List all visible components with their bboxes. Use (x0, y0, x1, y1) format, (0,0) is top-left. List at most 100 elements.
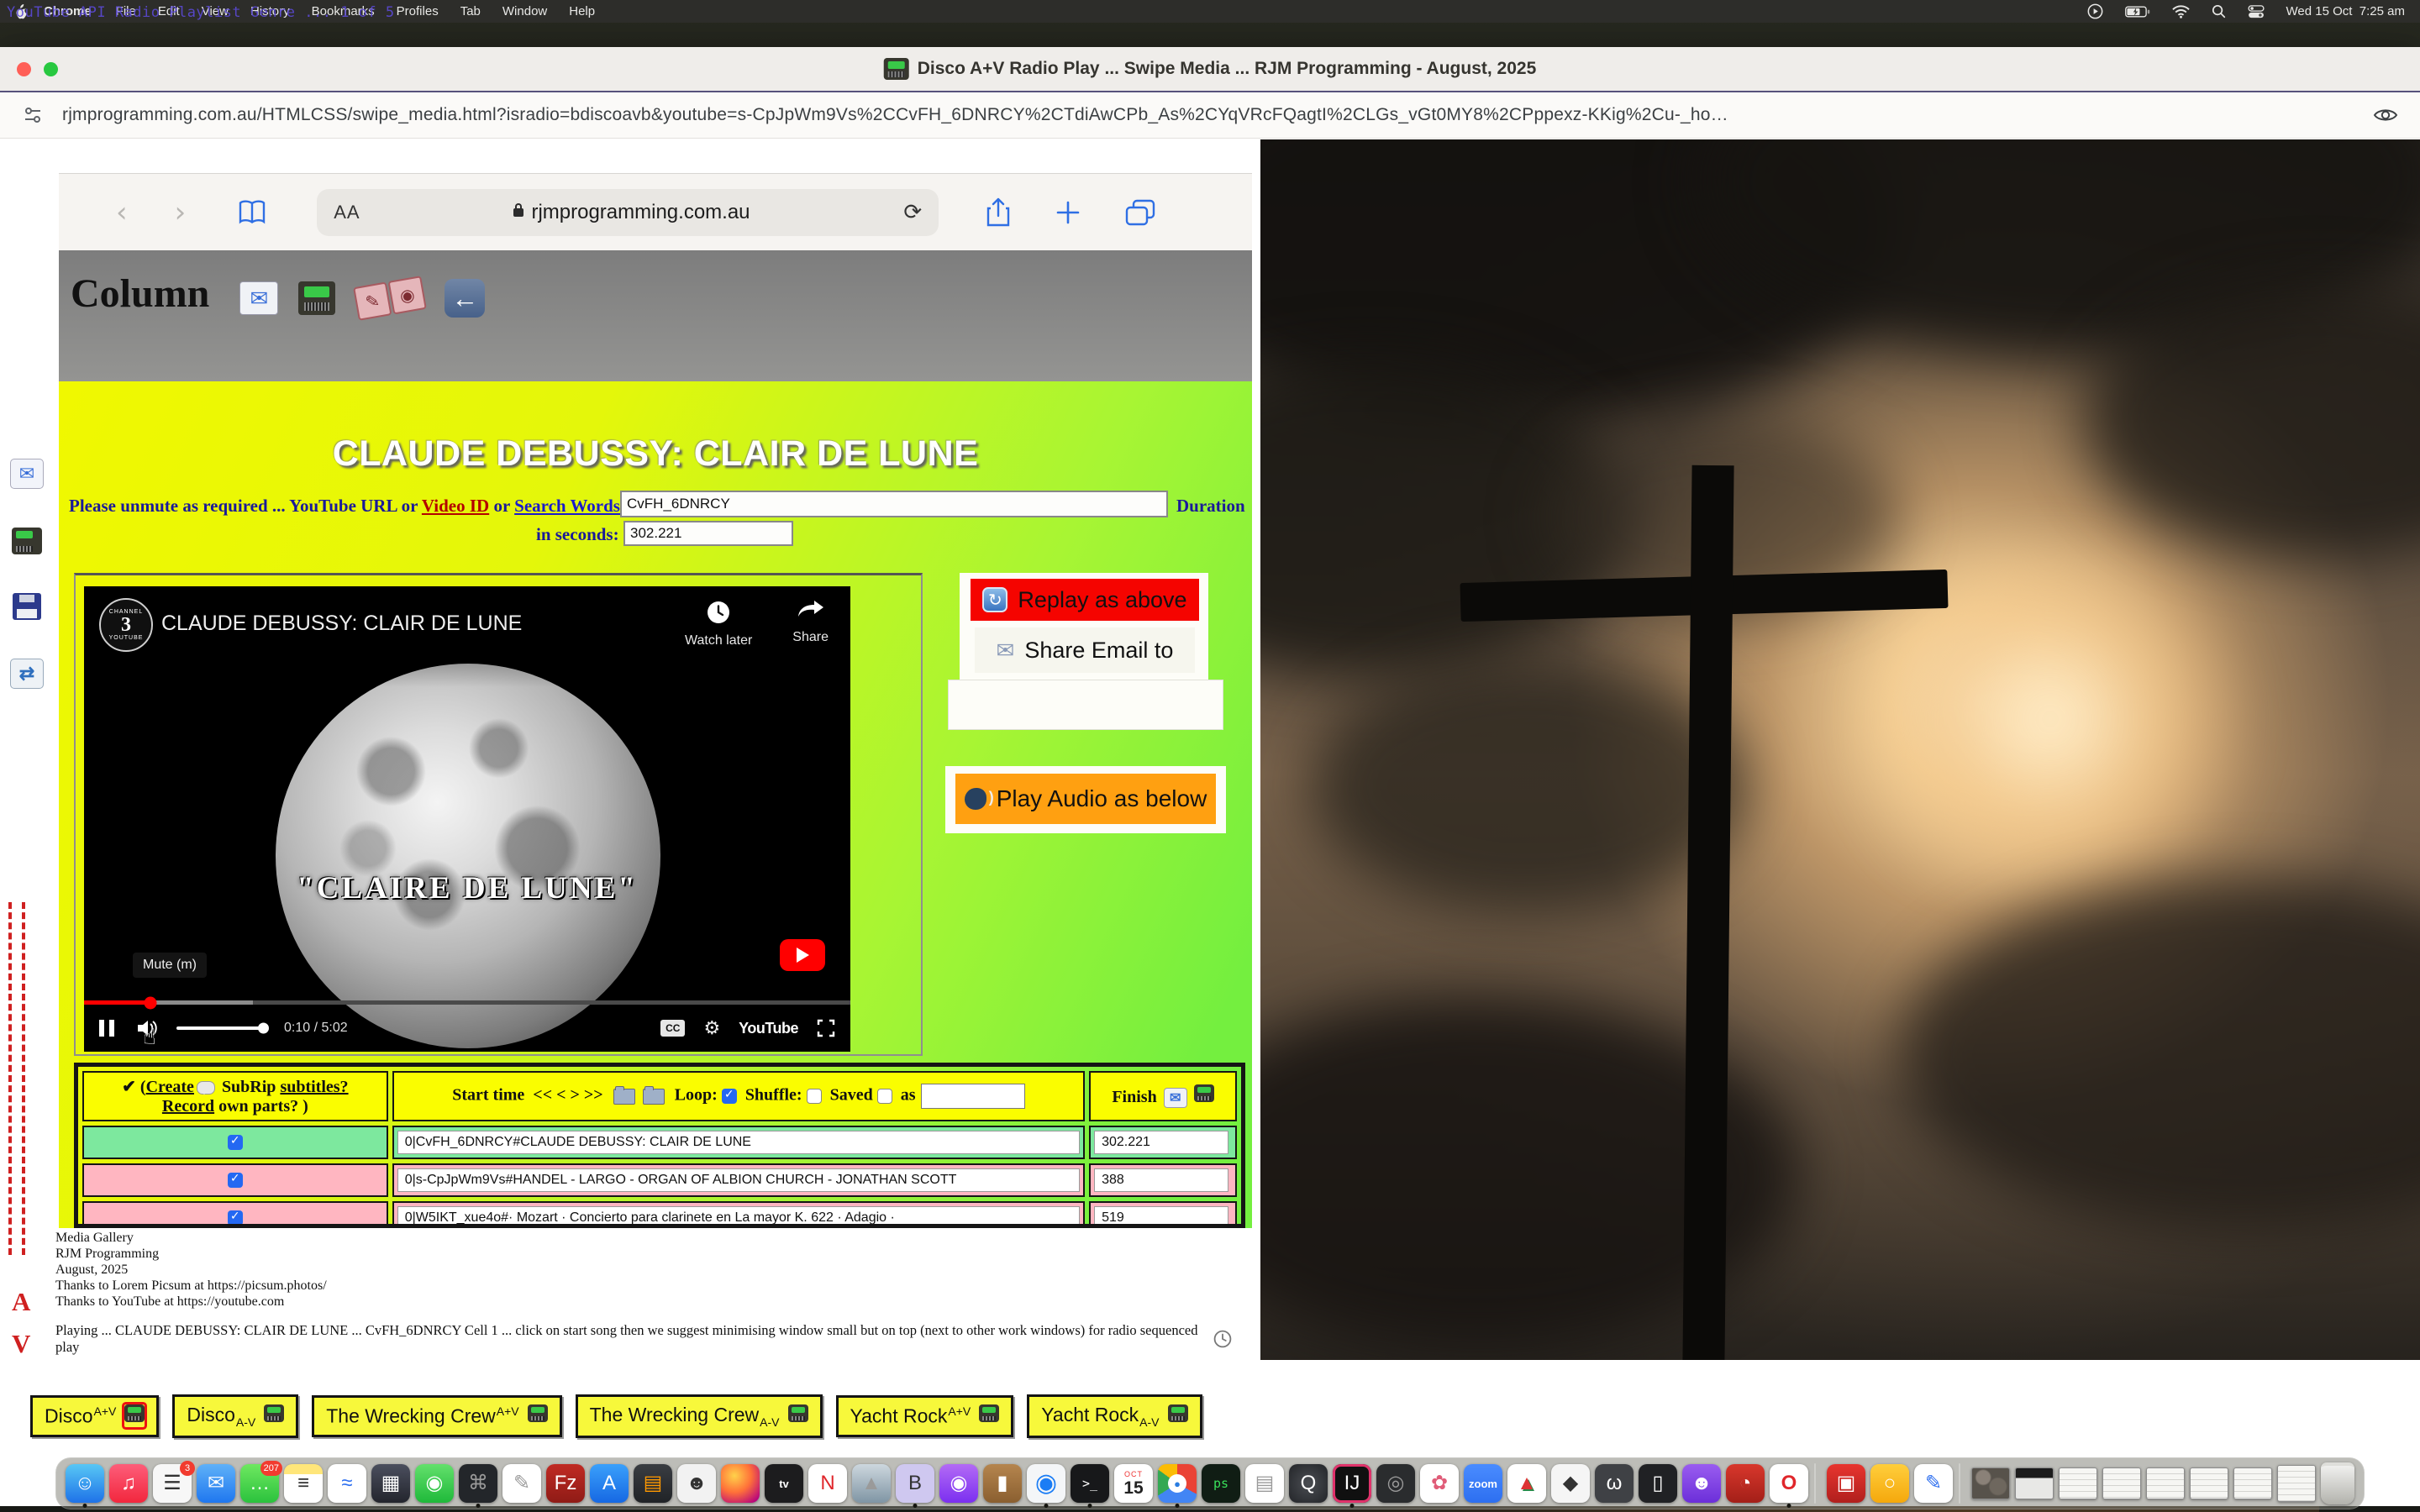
shuffle-checkbox[interactable] (807, 1089, 822, 1104)
robot-app[interactable]: ☻ (677, 1458, 716, 1509)
email-icon[interactable]: ✉ (1164, 1088, 1187, 1108)
art-app[interactable]: ✿ (1420, 1458, 1459, 1509)
battery-icon[interactable] (2125, 6, 2150, 18)
video-title[interactable]: CLAUDE DEBUSSY: CLAIR DE LUNE (161, 612, 522, 636)
folder-icon[interactable] (613, 1089, 635, 1105)
minimized-window[interactable] (2059, 1458, 2097, 1509)
radio-icon[interactable] (1194, 1084, 1214, 1102)
track-title-field[interactable]: 0|W5IKT_xue4o#· Mozart · Concierto para … (397, 1206, 1080, 1228)
calendar[interactable]: OCT 15 (1114, 1458, 1153, 1509)
chrome[interactable]: ● (1158, 1458, 1197, 1509)
finish-seconds-field[interactable]: 388 (1094, 1168, 1228, 1192)
launchpad[interactable]: ▦ (371, 1458, 410, 1509)
wifi-icon[interactable] (2172, 5, 2190, 18)
purple-app[interactable]: ☻ (1682, 1458, 1721, 1509)
safari-domain[interactable]: rjmprogramming.com.au (360, 201, 904, 224)
finder[interactable]: ☺ (66, 1458, 104, 1509)
white-shape-app[interactable]: ω (1595, 1458, 1634, 1509)
trash[interactable] (2321, 1458, 2354, 1509)
volume-slider[interactable] (176, 1026, 264, 1030)
menu-item[interactable]: Window (492, 4, 558, 18)
replay-button[interactable]: ↻ Replay as above (971, 579, 1199, 621)
playback-icon[interactable] (2087, 3, 2103, 19)
iphone-mirroring[interactable]: ▯ (1639, 1458, 1677, 1509)
folder-icon[interactable] (643, 1089, 665, 1105)
safari[interactable]: ◉ (1027, 1458, 1065, 1509)
tabs-icon[interactable] (1125, 199, 1155, 226)
minimized-window[interactable] (2015, 1458, 2054, 1509)
pages-app[interactable]: ✎ (1914, 1458, 1953, 1509)
save-icon[interactable] (13, 593, 41, 620)
lens-app[interactable]: ◎ (1376, 1458, 1415, 1509)
new-tab-icon[interactable] (1055, 199, 1081, 226)
playlist-button[interactable]: The Wrecking CrewA+V (312, 1395, 561, 1437)
channel-avatar[interactable]: CHANNEL 3 YOUTUBE (99, 598, 153, 652)
youtube-wordmark[interactable]: YouTube (739, 1020, 798, 1037)
firefox[interactable]: ● (721, 1458, 760, 1509)
textedit[interactable]: ✎ (502, 1458, 541, 1509)
back-icon[interactable]: ‹ (92, 196, 151, 229)
saved-as-input[interactable] (921, 1084, 1025, 1109)
radio-icon[interactable] (12, 528, 42, 554)
radio-icon[interactable] (298, 281, 335, 315)
speedtest[interactable]: ◔ (1726, 1458, 1765, 1509)
address-book[interactable]: ▮ (983, 1458, 1022, 1509)
create-link[interactable]: Create (146, 1078, 194, 1096)
app-store[interactable]: A (590, 1458, 629, 1509)
email-icon[interactable]: ✉ (239, 281, 278, 315)
reminders[interactable]: ☰ 3 (153, 1458, 192, 1509)
shuffle-icon[interactable]: ⇄ (10, 659, 44, 689)
terminal-alt[interactable]: ps (1202, 1458, 1240, 1509)
safari-address-pill[interactable]: AA rjmprogramming.com.au ⟳ (317, 189, 939, 236)
podcasts[interactable]: ◉ (939, 1458, 978, 1509)
reload-icon[interactable]: ⟳ (903, 199, 922, 225)
apple-tv[interactable]: tv (765, 1458, 803, 1509)
terminal[interactable]: >_ (1071, 1458, 1109, 1509)
quicktime[interactable]: Q (1289, 1458, 1328, 1509)
row-checkbox[interactable] (228, 1173, 243, 1188)
saved-checkbox[interactable] (877, 1089, 892, 1104)
zoom[interactable]: zoom (1464, 1458, 1502, 1509)
url-text[interactable]: rjmprogramming.com.au/HTMLCSS/swipe_medi… (62, 105, 1728, 125)
close-button[interactable] (17, 62, 31, 76)
minimized-window[interactable] (2277, 1458, 2316, 1509)
pause-button[interactable] (99, 1020, 114, 1037)
bookmarks-icon[interactable] (238, 200, 266, 225)
window-titlebar[interactable]: Disco A+V Radio Play ... Swipe Media ...… (0, 47, 2420, 92)
news[interactable]: N (808, 1458, 847, 1509)
control-center-icon[interactable] (2248, 5, 2265, 18)
share-email-button[interactable]: ✉ Share Email to (975, 627, 1195, 673)
play-audio-button[interactable]: Play Audio as below (955, 774, 1216, 824)
minimized-window[interactable] (2190, 1458, 2228, 1509)
divider[interactable] (1959, 1458, 1965, 1509)
playlist-button[interactable]: The Wrecking CrewA-V (576, 1394, 823, 1438)
forward-icon[interactable]: › (151, 196, 210, 229)
duration-input[interactable] (623, 521, 793, 546)
seek-arrows[interactable]: << < > >> (533, 1086, 602, 1105)
messages[interactable]: … 207 (240, 1458, 279, 1509)
menu-item[interactable]: Profiles (386, 4, 450, 18)
facetime[interactable]: ◉ (415, 1458, 454, 1509)
video-id-link[interactable]: Video ID (422, 496, 489, 516)
intellij[interactable]: IJ (1333, 1458, 1371, 1509)
reader-button[interactable]: AA (334, 202, 360, 223)
notes[interactable]: ≡ (284, 1458, 323, 1509)
volume-button[interactable]: ☝ (136, 1018, 160, 1038)
email-address-input[interactable] (948, 680, 1223, 730)
finish-seconds-field[interactable]: 519 (1094, 1206, 1228, 1228)
edit-capture-icons[interactable]: ✎ ◉ (354, 276, 428, 321)
playlist-button[interactable]: Yacht RockA-V (1027, 1394, 1202, 1438)
finish-seconds-field[interactable]: 302.221 (1094, 1131, 1228, 1154)
fullscreen-button[interactable] (817, 1019, 835, 1037)
music[interactable]: ♫ (109, 1458, 148, 1509)
playlist-button[interactable]: Yacht RockA+V (836, 1395, 1014, 1437)
search-icon[interactable] (2212, 4, 2226, 18)
watch-later-button[interactable]: Watch later (685, 600, 752, 648)
youtube-logo-button[interactable] (780, 939, 825, 971)
cards-app[interactable]: ▣ (1827, 1458, 1865, 1509)
inkscape[interactable]: ◆ (1551, 1458, 1590, 1509)
minimized-window[interactable] (2146, 1458, 2185, 1509)
url-bar[interactable]: rjmprogramming.com.au/HTMLCSS/swipe_medi… (0, 92, 2420, 139)
menu-item[interactable]: Tab (450, 4, 492, 18)
photo-preview[interactable]: ▲ (852, 1458, 891, 1509)
